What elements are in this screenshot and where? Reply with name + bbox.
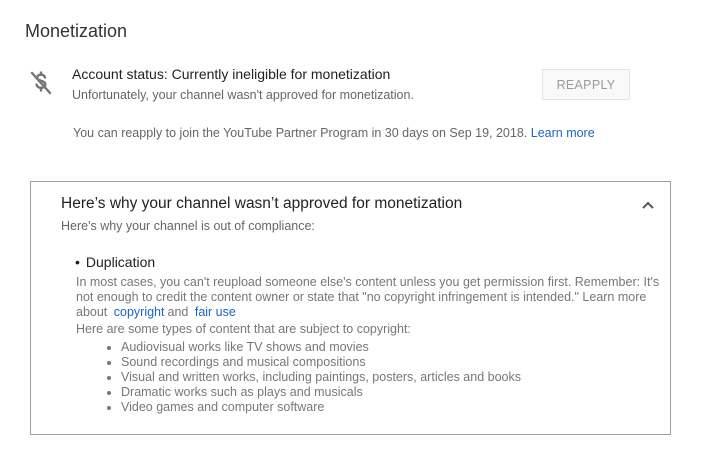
reason-description: In most cases, you can't reupload someon… [76,275,666,320]
ineligibility-reasons-panel: Here’s why your channel wasn’t approved … [30,181,671,435]
reason-duplication: • Duplication [75,254,155,270]
list-item: Audiovisual works like TV shows and movi… [121,340,521,355]
fair-use-link[interactable]: fair use [195,305,236,319]
reapply-button[interactable]: REAPPLY [542,69,630,100]
reason-title: Duplication [85,254,156,270]
list-item: Visual and written works, including pain… [121,370,521,385]
list-item: Video games and computer software [121,400,521,415]
money-off-icon [30,71,52,95]
copyright-link[interactable]: copyright [114,305,165,319]
account-status-subtitle: Unfortunately, your channel wasn't appro… [72,88,414,102]
copyright-types-intro: Here are some types of content that are … [76,322,411,336]
panel-title: Here’s why your channel wasn’t approved … [61,195,463,212]
and-text: and [167,305,189,319]
copyright-types-list: Audiovisual works like TV shows and movi… [105,340,521,415]
reapply-note: You can reapply to join the YouTube Part… [73,126,595,140]
panel-subtitle: Here's why your channel is out of compli… [61,219,315,233]
bullet-dot-icon: • [75,254,80,270]
account-status-title: Account status: Currently ineligible for… [72,66,391,82]
page-title: Monetization [25,21,128,41]
chevron-up-icon[interactable] [641,200,655,210]
reapply-note-text: You can reapply to join the YouTube Part… [73,126,528,140]
list-item: Dramatic works such as plays and musical… [121,385,521,400]
learn-more-link[interactable]: Learn more [531,126,595,140]
list-item: Sound recordings and musical composition… [121,355,521,370]
